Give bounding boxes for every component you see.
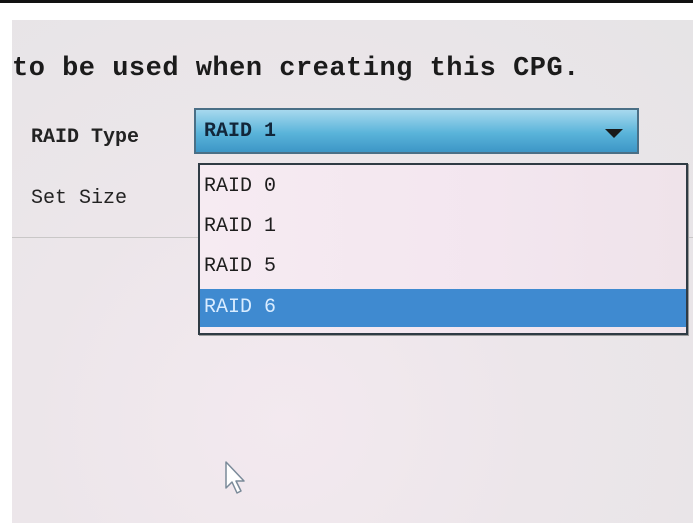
raid-type-dropdown-list[interactable]: RAID 0 RAID 1 RAID 5 RAID 6: [198, 163, 688, 335]
raid-type-selected-value: RAID 1: [204, 120, 277, 143]
set-size-label: Set Size: [31, 187, 128, 210]
dropdown-option-raid-1[interactable]: RAID 1: [200, 208, 686, 246]
chevron-down-icon[interactable]: [605, 129, 623, 138]
instruction-text: to be used when creating this CPG.: [12, 54, 580, 84]
dropdown-option-raid-5[interactable]: RAID 5: [200, 248, 686, 286]
dialog-panel: to be used when creating this CPG. RAID …: [12, 20, 693, 523]
top-border-rule: [0, 0, 693, 3]
mouse-pointer-icon: [225, 461, 245, 494]
dropdown-option-raid-0[interactable]: RAID 0: [200, 168, 686, 206]
raid-type-label: RAID Type: [31, 126, 140, 149]
raid-type-select[interactable]: RAID 1: [194, 108, 639, 154]
dropdown-option-raid-6[interactable]: RAID 6: [200, 289, 686, 327]
